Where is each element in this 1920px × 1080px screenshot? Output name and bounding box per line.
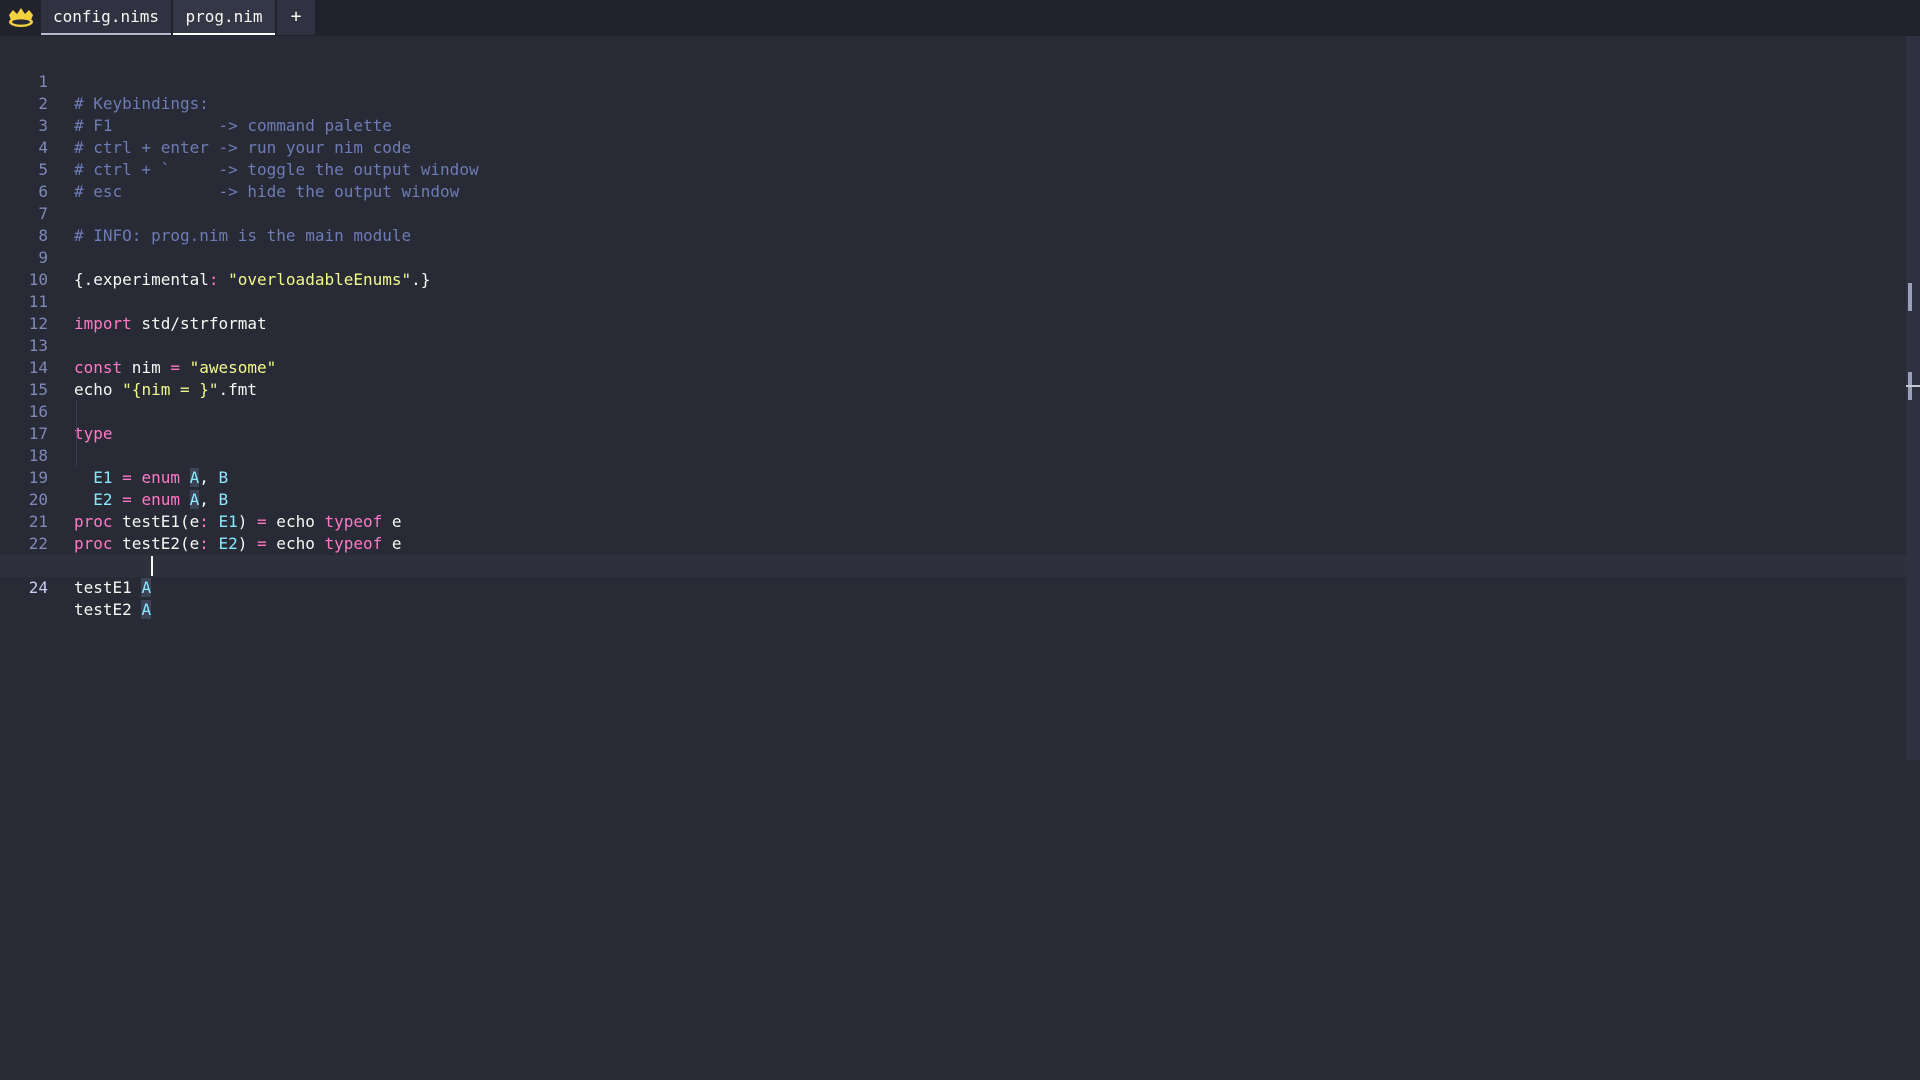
code-line: 16 type [0, 379, 1906, 443]
identifier-token: testE2 [74, 600, 142, 619]
code-line-active: 24 testE2 A [0, 555, 1906, 619]
tab-bar: config.nims prog.nim + [0, 0, 1920, 36]
code-line: 20 proc testE1(e: E1) = echo typeof e [0, 467, 1906, 531]
line-number: 24 [28, 578, 48, 597]
code-line: 6 [0, 159, 1906, 201]
code-line: 4 # ctrl + ` -> toggle the output window [0, 115, 1906, 179]
indent-guide [76, 423, 77, 445]
new-tab-button[interactable]: + [277, 0, 315, 35]
code-line: 17 E1 = enum A, B [0, 401, 1906, 487]
text-cursor [151, 556, 153, 576]
code-line: 3 # ctrl + enter -> run your nim code [0, 93, 1906, 157]
enum-value-token: A [141, 600, 152, 619]
code-line: 7 # INFO: prog.nim is the main module [0, 181, 1906, 245]
code-line: 1 # Keybindings: [0, 49, 1906, 113]
indent-guide [76, 401, 77, 423]
code-line: 22 [0, 511, 1906, 553]
code-line: 14 echo "{nim = }".fmt [0, 335, 1906, 399]
tab-prog-nim[interactable]: prog.nim [173, 0, 275, 35]
code-text: testE1 A [74, 577, 152, 599]
code-line: 15 [0, 357, 1906, 399]
scrollbar-marker [1908, 283, 1912, 311]
nim-crown-logo-icon [9, 8, 33, 27]
enum-value-token: A [141, 578, 152, 597]
code-line: 5 # esc -> hide the output window [0, 137, 1906, 201]
tab-label: config.nims [53, 7, 159, 26]
tab-label: prog.nim [185, 7, 263, 26]
code-line: 21 proc testE2(e: E2) = echo typeof e [0, 489, 1906, 553]
code-line: 8 [0, 203, 1906, 245]
code-editor[interactable]: 1 # Keybindings: 2 # F1 -> command palet… [0, 36, 1906, 1080]
scrollbar-cursor-tick [1906, 385, 1920, 387]
code-line: 13 const nim = "awesome" [0, 313, 1906, 377]
code-line: 23 testE1 A [0, 533, 1906, 597]
code-line: 19 [0, 445, 1906, 487]
tab-config-nims[interactable]: config.nims [41, 0, 171, 35]
code-line: 11 import std/strformat [0, 269, 1906, 333]
code-text: testE2 A [74, 599, 152, 621]
code-line: 9 {.experimental: "overloadableEnums".} [0, 225, 1906, 289]
indent-guide [76, 445, 77, 467]
code-line: 18 E2 = enum A, B [0, 423, 1906, 509]
identifier-token: testE1 [74, 578, 142, 597]
code-line: 10 [0, 247, 1906, 289]
code-line: 2 # F1 -> command palette [0, 71, 1906, 135]
plus-icon: + [290, 6, 302, 27]
code-line: 12 [0, 291, 1906, 333]
